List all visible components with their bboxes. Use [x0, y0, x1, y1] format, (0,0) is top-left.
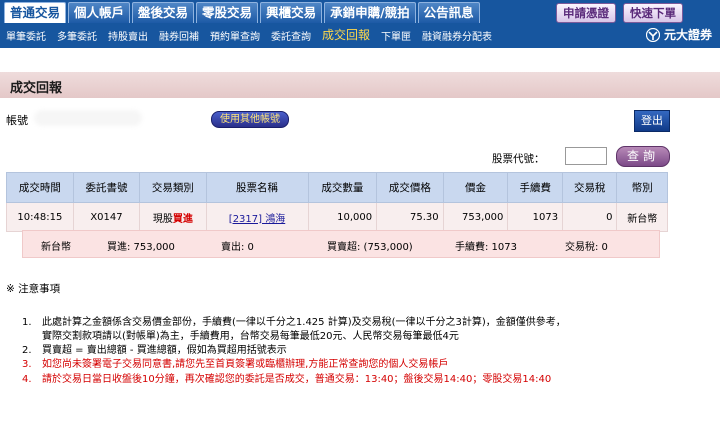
note-item: 3. 如您尚未簽署電子交易同意書,請您先至首頁簽署或臨櫃辦理,方能正常查詢您的個人…	[22, 355, 448, 370]
subnav-order-query[interactable]: 委託查詢	[271, 28, 311, 43]
yuanta-logo-icon	[645, 27, 660, 42]
subnav-trade-report[interactable]: 成交回報	[322, 26, 370, 43]
subnav-scheduled-orders[interactable]: 預約單查詢	[210, 28, 260, 43]
subnav-multi-order[interactable]: 多筆委託	[57, 28, 97, 43]
header-stock: 股票名稱	[205, 172, 309, 203]
header-order-no: 委託書號	[72, 172, 141, 203]
quick-order-button[interactable]: 快速下單	[623, 3, 683, 23]
cell-type: 現股買進	[139, 202, 207, 232]
subnav-short-cover[interactable]: 融券回補	[159, 28, 199, 43]
table-row: 10:48:15 X0147 現股買進 [2317] 鴻海 10,000 75.…	[6, 202, 668, 232]
header-qty: 成交數量	[307, 172, 378, 203]
note-item: 1. 此處計算之金額係含交易價金部份，手續費(一律以千分之1.425 計算)及交易…	[22, 313, 566, 328]
tab-announcements[interactable]: 公告訊息	[417, 2, 480, 23]
stock-link[interactable]: [2317] 鴻海	[229, 214, 285, 225]
header-tax: 交易稅	[562, 172, 618, 203]
cell-amount: 753,000	[442, 202, 509, 232]
note-text: 請於交易日當日收盤後10分鐘，再次確認您的委託是否成交，普通交易：13:40；盤…	[42, 374, 552, 385]
note-item: 4. 請於交易日當日收盤後10分鐘，再次確認您的委託是否成交，普通交易：13:40…	[22, 370, 551, 385]
trade-report-table: 成交時間 委託書號 交易類別 股票名稱 成交數量 成交價格 價金 手續費 交易稅…	[6, 172, 668, 232]
stock-code-input[interactable]	[565, 147, 607, 165]
tab-personal-account[interactable]: 個人帳戶	[68, 2, 131, 23]
header-fee: 手續費	[507, 172, 564, 203]
type-action: 買進	[172, 213, 193, 225]
cell-currency: 新台幣	[616, 202, 668, 232]
summary-tax: 交易稅: 0	[565, 242, 608, 253]
note-item: 2. 買賣超 = 賣出總額 - 買進總額，假如為買超用括號表示	[22, 341, 287, 356]
summary-row: 新台幣 買進: 753,000 賣出: 0 買賣超: (753,000) 手續費…	[22, 230, 660, 258]
brand-name: 元大證券	[663, 28, 712, 42]
apply-certificate-button[interactable]: 申請憑證	[556, 3, 616, 23]
cell-qty: 10,000	[307, 202, 378, 232]
account-number-redacted	[34, 110, 142, 126]
tab-odd-lot[interactable]: 零股交易	[196, 2, 259, 23]
note-text: 如您尚未簽署電子交易同意書,請您先至首頁簽署或臨櫃辦理,方能正常查詢您的個人交易…	[42, 359, 449, 370]
cell-fee: 1073	[507, 202, 564, 232]
note-number: 4.	[22, 374, 32, 385]
tab-underwriting[interactable]: 承銷申購/競拍	[324, 2, 416, 23]
summary-buy: 買進: 753,000	[107, 242, 175, 253]
tab-emerging[interactable]: 興櫃交易	[260, 2, 323, 23]
notes-title: ※ 注意事項	[6, 283, 61, 295]
subnav-sell-holdings[interactable]: 持股賣出	[108, 28, 148, 43]
query-button[interactable]: 查詢	[616, 146, 670, 167]
title-band: 成交回報	[0, 72, 720, 98]
note-item: 實際交割款項請以(對帳單)為主，手續費用，台幣交易每筆最低20元、人民幣交易每筆…	[22, 327, 459, 342]
sub-navigation: 單筆委託 多筆委託 持股賣出 融券回補 預約單查詢 委託查詢 成交回報 下單匣 …	[6, 28, 503, 43]
cell-stock: [2317] 鴻海	[205, 202, 309, 232]
main-tabs: 普通交易 個人帳戶 盤後交易 零股交易 興櫃交易 承銷申購/競拍 公告訊息	[4, 2, 482, 23]
summary-net: 買賣超: (753,000)	[327, 242, 413, 253]
header-type: 交易類別	[139, 172, 207, 203]
header-amount: 價金	[442, 172, 509, 203]
summary-fee: 手續費: 1073	[455, 242, 517, 253]
cell-tax: 0	[562, 202, 618, 232]
cell-order-no: X0147	[72, 202, 141, 232]
logout-button[interactable]: 登出	[634, 110, 670, 132]
spacer	[0, 48, 720, 72]
cell-price: 75.30	[376, 202, 444, 232]
table-header-row: 成交時間 委託書號 交易類別 股票名稱 成交數量 成交價格 價金 手續費 交易稅…	[6, 172, 668, 203]
header-time: 成交時間	[6, 172, 74, 203]
account-label: 帳號	[6, 114, 28, 127]
stock-code-label: 股票代號：	[492, 153, 545, 165]
brand-logo: 元大證券	[645, 26, 712, 43]
subnav-margin-allocation[interactable]: 融資融券分配表	[422, 28, 492, 43]
top-navigation: 普通交易 個人帳戶 盤後交易 零股交易 興櫃交易 承銷申購/競拍 公告訊息 申請…	[0, 0, 720, 48]
page-title: 成交回報	[10, 81, 63, 96]
note-number: 3.	[22, 359, 32, 370]
tab-after-hours[interactable]: 盤後交易	[132, 2, 195, 23]
tab-regular-trading[interactable]: 普通交易	[4, 2, 67, 23]
header-price: 成交價格	[376, 172, 444, 203]
use-other-account-button[interactable]: 使用其他帳號	[211, 111, 289, 128]
summary-sell: 賣出: 0	[221, 242, 254, 253]
subnav-single-order[interactable]: 單筆委託	[6, 28, 46, 43]
subnav-order-box[interactable]: 下單匣	[381, 28, 411, 43]
header-currency: 幣別	[616, 172, 668, 203]
summary-currency: 新台幣	[41, 242, 71, 253]
type-prefix: 現股	[152, 213, 173, 225]
cell-time: 10:48:15	[6, 202, 74, 232]
